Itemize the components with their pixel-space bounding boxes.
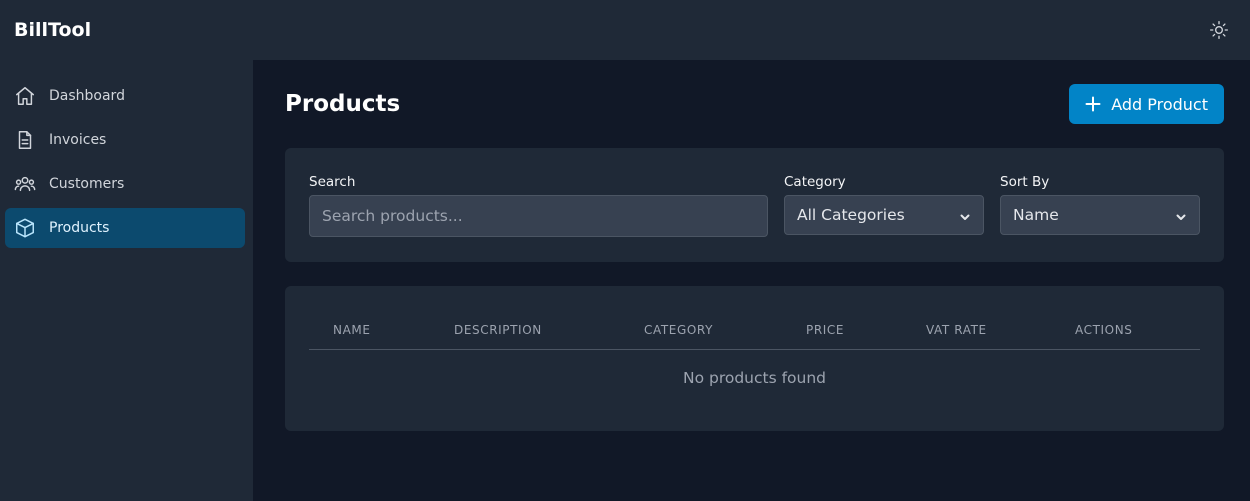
home-icon [14, 85, 36, 107]
search-field: Search [309, 174, 768, 262]
sort-selected-value: Name [1013, 206, 1059, 224]
empty-state-message: No products found [682, 369, 827, 387]
sidebar-item-dashboard[interactable]: Dashboard [5, 76, 245, 116]
sun-icon [1210, 21, 1228, 39]
add-product-label: Add Product [1111, 94, 1208, 114]
topbar [253, 0, 1250, 60]
filters-panel: Search Category All Categories Sort By [285, 148, 1224, 262]
sidebar-item-customers[interactable]: Customers [5, 164, 245, 204]
users-icon [14, 173, 36, 195]
app-brand: BillTool [14, 19, 92, 41]
table-header: NAME DESCRIPTION CATEGORY PRICE VAT RATE… [309, 314, 1200, 350]
chevron-down-icon [959, 209, 971, 221]
category-select[interactable]: All Categories [784, 195, 984, 235]
category-label: Category [784, 174, 846, 190]
category-selected-value: All Categories [797, 206, 905, 224]
products-table: NAME DESCRIPTION CATEGORY PRICE VAT RATE… [285, 286, 1224, 431]
column-header-actions: ACTIONS [1075, 323, 1133, 337]
theme-toggle-button[interactable] [1208, 19, 1230, 41]
search-input[interactable] [309, 195, 768, 237]
sort-select[interactable]: Name [1000, 195, 1200, 235]
sidebar-item-label: Customers [49, 176, 125, 192]
sidebar-item-label: Products [49, 220, 110, 236]
app-root: BillTool Dashboard Invoices Customers Pr… [0, 0, 1250, 501]
sort-field: Sort By Name [1000, 174, 1200, 262]
main-area: Products Add Product Search Category All… [253, 0, 1250, 501]
column-header-price[interactable]: PRICE [806, 314, 926, 337]
column-header-category[interactable]: CATEGORY [644, 314, 806, 337]
cube-icon [14, 217, 36, 239]
page-header: Products Add Product [285, 84, 1224, 124]
page-title: Products [285, 91, 401, 117]
sidebar-item-label: Invoices [49, 132, 107, 148]
sidebar-nav: Dashboard Invoices Customers Products [0, 76, 253, 248]
sort-label: Sort By [1000, 174, 1050, 190]
category-field: Category All Categories [784, 174, 984, 262]
add-product-button[interactable]: Add Product [1069, 84, 1224, 124]
file-icon [14, 129, 36, 151]
column-header-vat-rate[interactable]: VAT RATE [926, 314, 1075, 337]
column-header-description[interactable]: DESCRIPTION [454, 314, 644, 337]
sidebar-item-label: Dashboard [49, 88, 125, 104]
page-content: Products Add Product Search Category All… [253, 60, 1250, 431]
search-label: Search [309, 174, 356, 190]
column-header-name[interactable]: NAME [333, 314, 454, 337]
chevron-down-icon [1175, 209, 1187, 221]
sidebar: BillTool Dashboard Invoices Customers Pr… [0, 0, 253, 501]
sidebar-item-invoices[interactable]: Invoices [5, 120, 245, 160]
plus-icon [1085, 96, 1101, 112]
sidebar-item-products[interactable]: Products [5, 208, 245, 248]
